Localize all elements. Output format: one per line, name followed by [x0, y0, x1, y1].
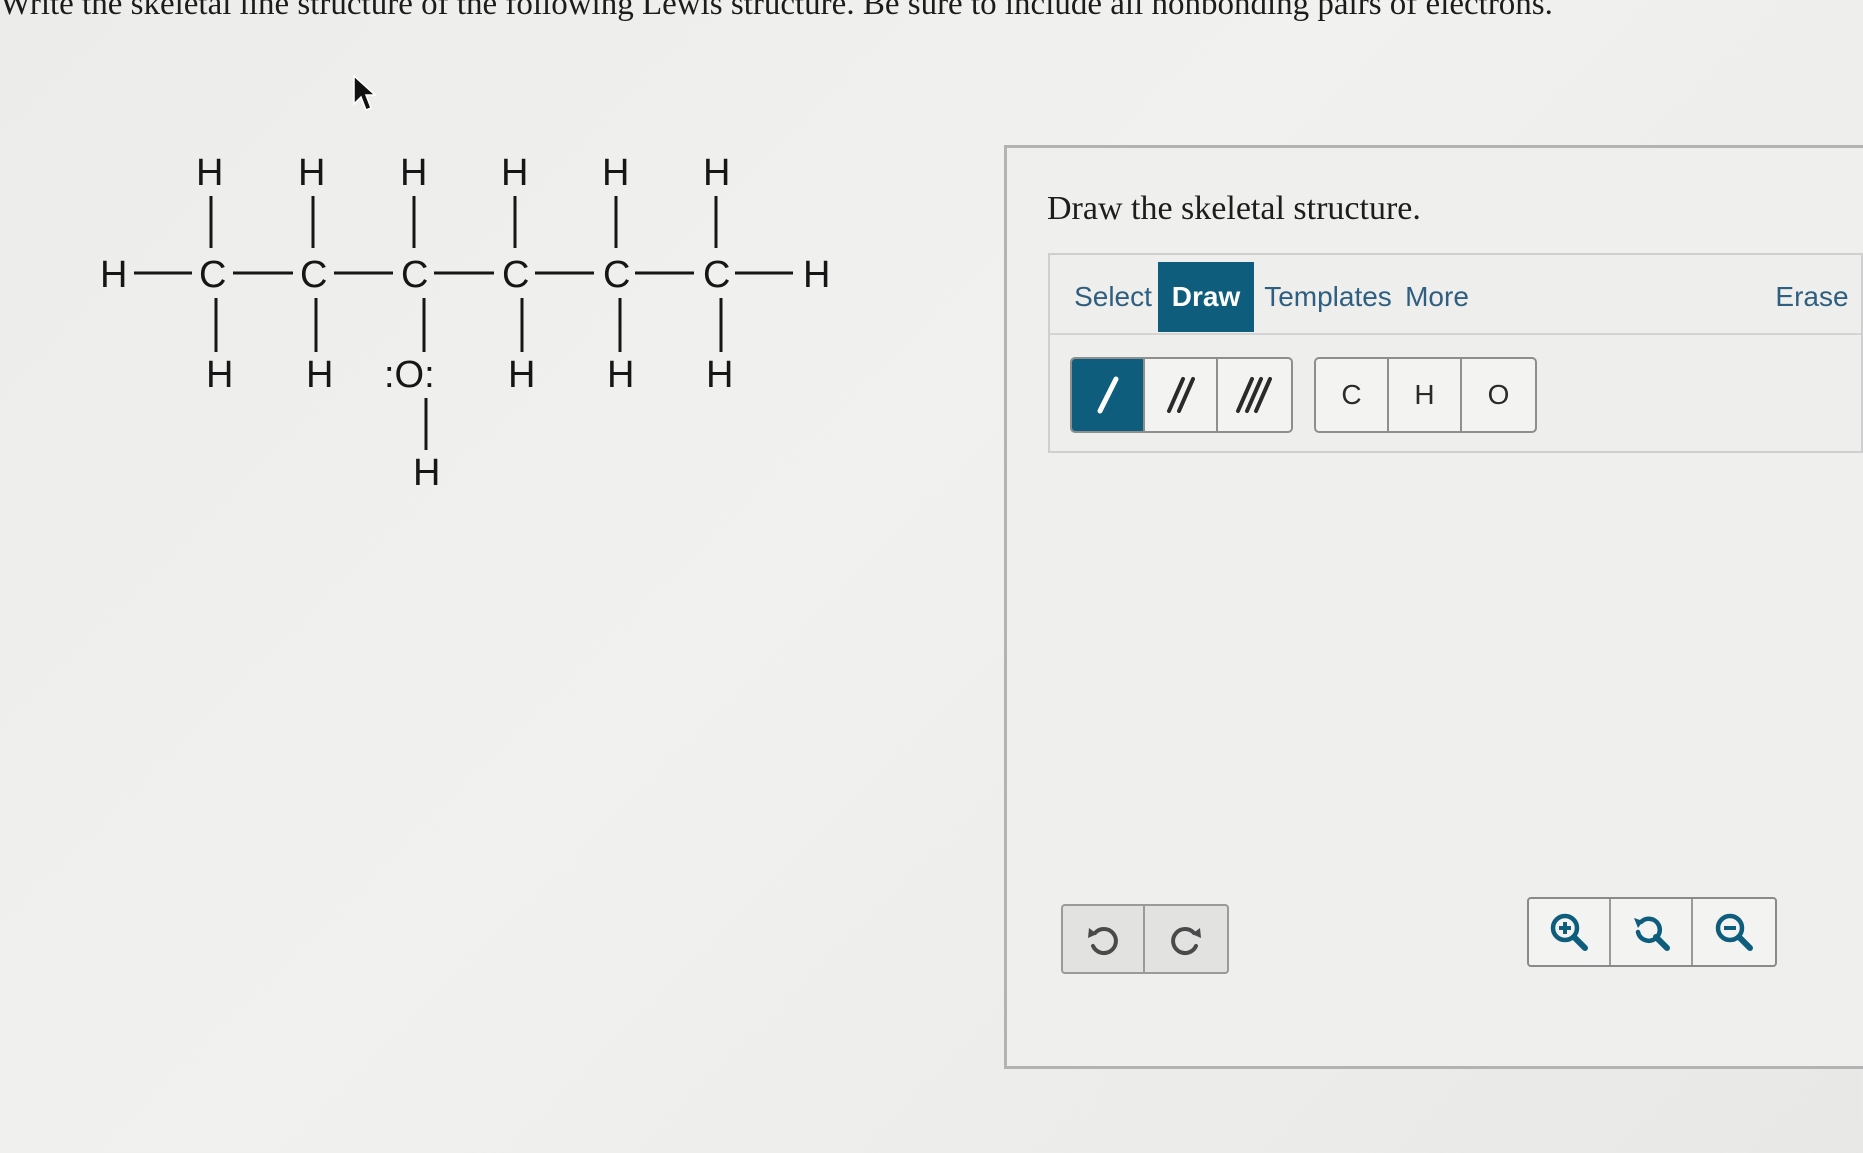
zoom-out-icon [1715, 913, 1753, 951]
atom-o-button[interactable]: O [1462, 359, 1535, 431]
tab-draw[interactable]: Draw [1158, 262, 1254, 332]
panel-title: Draw the skeletal structure. [1047, 190, 1421, 227]
history-buttons [1061, 904, 1229, 974]
atom-oxygen: :O: [384, 354, 435, 396]
zoom-reset-button[interactable] [1611, 899, 1693, 965]
atom-carbon-3: C [401, 254, 428, 296]
double-bond-button[interactable] [1145, 359, 1218, 431]
undo-button[interactable] [1063, 906, 1145, 972]
tab-templates[interactable]: Templates [1262, 262, 1394, 332]
undo-icon [1088, 927, 1118, 956]
atom-h-button[interactable]: H [1389, 359, 1462, 431]
zoom-in-icon [1550, 913, 1588, 951]
triple-bond-button[interactable] [1218, 359, 1291, 431]
atom-h-bottom-6: H [706, 354, 733, 396]
triple-bond-icon [1235, 377, 1272, 413]
zoom-reset-icon [1634, 916, 1670, 951]
atom-buttons: C H O [1314, 357, 1537, 433]
bond-buttons [1070, 357, 1293, 433]
atom-carbon-2: C [300, 254, 327, 296]
tabs-divider [1050, 333, 1861, 335]
redo-icon [1171, 927, 1201, 956]
redo-button[interactable] [1145, 906, 1227, 972]
tab-more[interactable]: More [1402, 262, 1472, 332]
double-bond-icon [1166, 377, 1195, 413]
atom-h-top-5: H [602, 152, 629, 194]
zoom-in-button[interactable] [1529, 899, 1611, 965]
atom-h-bottom-2: H [306, 354, 333, 396]
atom-h-top-6: H [703, 152, 730, 194]
atom-carbon-5: C [603, 254, 630, 296]
single-bond-button[interactable] [1072, 359, 1145, 431]
atom-h-hydroxyl: H [413, 452, 440, 494]
single-bond-icon [1097, 376, 1118, 414]
atom-h-bottom-5: H [607, 354, 634, 396]
atom-h-top-4: H [501, 152, 528, 194]
atom-carbon-1: C [199, 254, 226, 296]
atom-c-button[interactable]: C [1316, 359, 1389, 431]
lewis-structure: H H C C C C C C H H H H H H H H :O: H H … [100, 152, 830, 494]
tab-erase[interactable]: Erase [1770, 262, 1854, 332]
atom-h-right: H [803, 254, 830, 296]
atom-h-top-2: H [298, 152, 325, 194]
tab-select[interactable]: Select [1062, 262, 1164, 332]
zoom-out-button[interactable] [1693, 899, 1775, 965]
atom-h-bottom-4: H [508, 354, 535, 396]
drawing-toolbar: Select Draw Templates More Erase C H O [1048, 253, 1863, 453]
atom-carbon-6: C [703, 254, 730, 296]
atom-h-left: H [100, 254, 127, 296]
atom-h-top-3: H [400, 152, 427, 194]
atom-carbon-4: C [502, 254, 529, 296]
atom-h-top-1: H [196, 152, 223, 194]
zoom-buttons [1527, 897, 1777, 967]
atom-h-bottom-1: H [206, 354, 233, 396]
